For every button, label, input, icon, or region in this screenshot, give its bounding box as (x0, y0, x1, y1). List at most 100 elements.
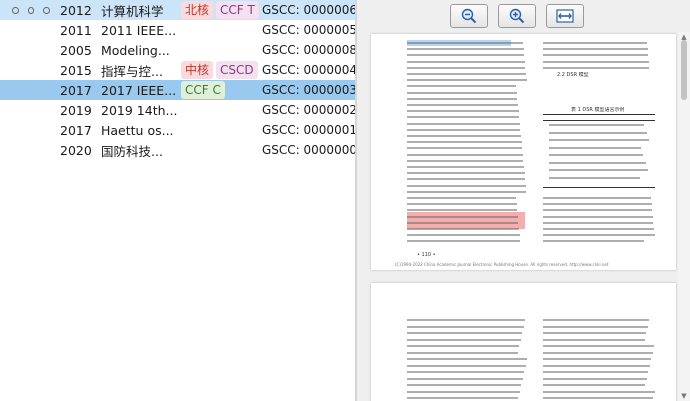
text-line (543, 42, 647, 44)
pdf-page (371, 283, 676, 401)
fit-width-icon (555, 9, 574, 23)
text-line (543, 234, 655, 237)
text-line (543, 351, 653, 354)
item-title: 指挥与控... (101, 63, 163, 79)
zoom-out-button[interactable] (449, 4, 488, 28)
highlight-annotation[interactable] (407, 212, 525, 229)
status-dot-icon (12, 7, 19, 14)
status-dot-icon (43, 7, 51, 14)
text-line (407, 166, 524, 168)
text-line (549, 154, 643, 156)
text-line (407, 364, 526, 367)
table-rule (543, 120, 655, 121)
text-line (407, 104, 518, 106)
text-line (407, 141, 522, 144)
item-tags: CCF C (181, 81, 261, 99)
text-line (543, 319, 649, 321)
item-year: 2017 (60, 82, 92, 98)
item-title: 2017 IEEE... (101, 82, 177, 98)
text-line (549, 131, 647, 134)
text-line (543, 215, 653, 218)
text-line (543, 345, 654, 347)
text-line (407, 122, 520, 125)
list-item[interactable]: 2017 2017 IEEE... CCF C GSCC: 0000003 (0, 80, 355, 100)
text-line (543, 221, 654, 224)
item-title: 2011 IEEE... (101, 22, 177, 38)
text-line (543, 358, 651, 360)
row-status-dots (0, 6, 51, 14)
text-line (407, 147, 523, 150)
text-line (549, 124, 644, 126)
list-item[interactable]: 2020 国防科技... GSCC: 0000000 (0, 140, 355, 160)
text-line (407, 234, 520, 237)
viewer-toolbar (357, 0, 690, 32)
text-line (543, 48, 648, 51)
list-item[interactable]: 2015 指挥与控... 中核 CSCD GSCC: 0000004 (0, 60, 355, 80)
text-line (543, 364, 650, 367)
index-badge: CCF T (216, 1, 259, 19)
text-line (407, 85, 517, 88)
text-line (407, 190, 527, 193)
text-line (407, 384, 521, 386)
text-line (407, 79, 527, 82)
text-line (407, 371, 524, 373)
item-title: Modeling... (101, 42, 170, 58)
vertical-scrollbar[interactable]: ▲ ▼ (678, 32, 690, 401)
table-rule (543, 187, 655, 188)
text-line (543, 209, 653, 212)
item-code: GSCC: 0000008 (262, 43, 355, 57)
item-code: GSCC: 0000005 (262, 23, 355, 37)
list-item[interactable]: 2005 Modeling... GSCC: 0000008 (0, 40, 355, 60)
text-line (407, 203, 517, 206)
text-line (407, 172, 525, 175)
item-title: 计算机科学 (101, 3, 164, 19)
text-line (407, 153, 523, 156)
fit-width-button[interactable] (545, 4, 584, 28)
text-line (407, 42, 523, 44)
item-title: 国防科技... (101, 143, 163, 159)
text-line (407, 228, 519, 230)
zoom-in-icon (509, 8, 524, 24)
item-year: 2017 (60, 122, 92, 138)
text-line (407, 54, 525, 57)
table-rule (543, 114, 655, 115)
text-line (543, 60, 649, 63)
text-line (407, 159, 524, 162)
text-line (407, 178, 526, 181)
text-line (407, 116, 520, 119)
text-line (407, 197, 516, 199)
text-line (407, 338, 521, 341)
text-line (407, 60, 525, 63)
scroll-down-arrow[interactable]: ▼ (678, 391, 690, 401)
text-line (407, 397, 518, 399)
text-line (407, 240, 521, 243)
text-line (407, 48, 524, 51)
scrollbar-thumb[interactable] (681, 40, 687, 100)
item-code: GSCC: 0000003 (262, 83, 355, 97)
status-dot-icon (27, 7, 35, 14)
index-badge: 中核 (181, 61, 214, 79)
pdf-page: 2.2 DSR 模型 表 1 DSR 模型语言示例 • 110 • (C)199… (371, 34, 676, 270)
page-footer: (C)1994-2022 China Academic Journal Elec… (395, 262, 609, 267)
index-badge: CSCD (216, 61, 258, 79)
section-heading: 2.2 DSR 模型 (557, 72, 589, 78)
item-code: GSCC: 0000002 (262, 103, 355, 117)
item-code: GSCC: 0000001 (262, 123, 355, 137)
text-line (407, 377, 523, 380)
list-item[interactable]: 2017 Haettu os... GSCC: 0000001 (0, 120, 355, 140)
zoom-in-button[interactable] (497, 4, 536, 28)
text-line (407, 390, 520, 393)
text-line (407, 345, 519, 347)
text-line (407, 325, 524, 328)
text-line (543, 203, 652, 206)
list-item[interactable]: 2012 计算机科学 北核 CCF T GSCC: 0000006 (0, 0, 355, 20)
index-badge: 北核 (181, 1, 214, 19)
list-item[interactable]: 2011 2011 IEEE... GSCC: 0000005 (0, 20, 355, 40)
item-title: Haettu os... (101, 122, 174, 138)
text-line (549, 176, 640, 179)
text-line (407, 351, 518, 354)
text-line (407, 332, 522, 334)
text-line (407, 91, 517, 94)
item-year: 2012 (60, 2, 92, 18)
list-item[interactable]: 2019 2019 14th... GSCC: 0000002 (0, 100, 355, 120)
